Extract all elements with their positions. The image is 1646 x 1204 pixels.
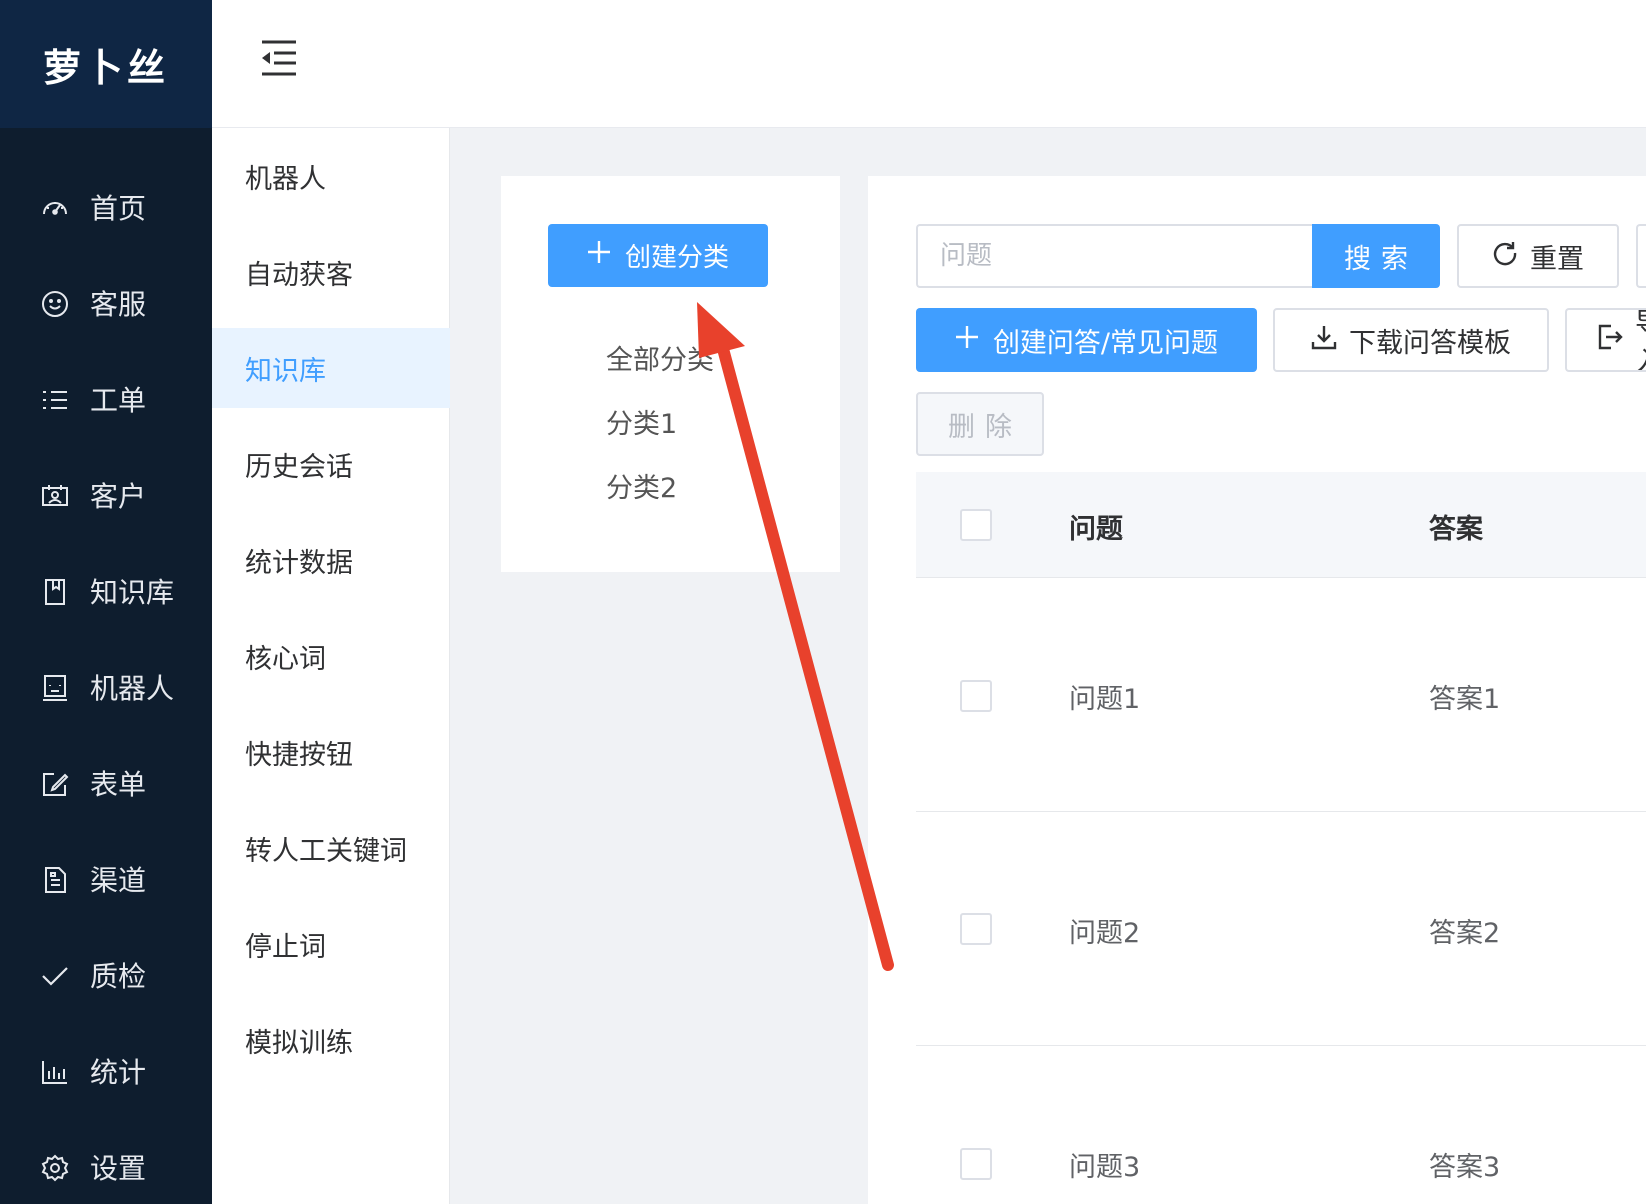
sidebar-item-robot[interactable]: 机器人 [0, 657, 212, 717]
row-checkbox[interactable] [960, 680, 992, 712]
reset-button-label: 重置 [1530, 243, 1584, 275]
column-header-question: 问题 [1069, 514, 1123, 545]
subnav-item-simulation[interactable]: 模拟训练 [212, 1000, 450, 1080]
robot-icon [40, 673, 70, 703]
sidebar-item-knowledge[interactable]: 知识库 [0, 561, 212, 621]
contact-card-icon [40, 481, 70, 511]
document-icon [40, 865, 70, 895]
sidebar-item-stats[interactable]: 统计 [0, 1041, 212, 1101]
subnav-item-label: 统计数据 [245, 547, 353, 579]
sidebar-item-label: 工单 [90, 384, 147, 417]
subnav-item-label: 转人工关键词 [245, 835, 407, 867]
search-button[interactable]: 搜索 [1312, 224, 1440, 288]
smile-icon [40, 289, 70, 319]
list-icon [40, 385, 70, 415]
row-checkbox[interactable] [960, 1148, 992, 1180]
row-divider [916, 811, 1646, 812]
sidebar-item-home[interactable]: 首页 [0, 177, 212, 237]
menu-collapse-icon[interactable] [258, 38, 300, 78]
category-item[interactable]: 分类2 [606, 466, 677, 505]
category-item[interactable]: 分类1 [606, 402, 677, 441]
subnav-item-label: 知识库 [245, 355, 326, 387]
dashboard-icon [40, 193, 70, 223]
import-button[interactable]: 导入 [1565, 308, 1646, 372]
subnav-item-label: 历史会话 [245, 451, 353, 483]
sidebar-item-label: 质检 [90, 960, 147, 993]
sidebar-item-label: 首页 [90, 192, 147, 225]
create-qa-button[interactable]: 创建问答/常见问题 [916, 308, 1257, 372]
subnav-item-statistics[interactable]: 统计数据 [212, 520, 450, 600]
create-qa-label: 创建问答/常见问题 [992, 327, 1219, 359]
sidebar-item-ticket[interactable]: 工单 [0, 369, 212, 429]
sidebar-item-channel[interactable]: 渠道 [0, 849, 212, 909]
cell-answer: 答案3 [1429, 1152, 1501, 1183]
subnav-item-quick-buttons[interactable]: 快捷按钮 [212, 712, 450, 792]
plus-icon [955, 325, 979, 356]
sidebar-item-label: 渠道 [90, 864, 147, 897]
subnav-item-robot[interactable]: 机器人 [212, 136, 450, 216]
plus-icon [587, 240, 611, 271]
row-divider [916, 1045, 1646, 1046]
check-icon [40, 961, 70, 991]
subnav-item-transfer-keywords[interactable]: 转人工关键词 [212, 808, 450, 888]
cell-question: 问题3 [1069, 1152, 1141, 1183]
sidebar-item-label: 客户 [90, 480, 147, 513]
subnav-item-auto-acquire[interactable]: 自动获客 [212, 232, 450, 312]
top-header [212, 0, 1646, 128]
subnav-item-stop-words[interactable]: 停止词 [212, 904, 450, 984]
cell-answer: 答案2 [1429, 918, 1501, 949]
import-icon [1597, 324, 1623, 357]
sidebar-item-label: 统计 [90, 1056, 147, 1089]
download-template-label: 下载问答模板 [1349, 327, 1511, 359]
column-header-answer: 答案 [1429, 514, 1483, 545]
gear-icon [40, 1153, 70, 1183]
subnav-item-label: 核心词 [245, 643, 326, 675]
subnav-item-label: 停止词 [245, 931, 326, 963]
sidebar-item-label: 机器人 [90, 672, 175, 705]
subnav-item-history[interactable]: 历史会话 [212, 424, 450, 504]
sidebar-item-label: 知识库 [90, 576, 175, 609]
reset-button[interactable]: 重置 [1457, 224, 1619, 288]
sidebar-item-settings[interactable]: 设置 [0, 1137, 212, 1197]
sidebar-item-label: 客服 [90, 288, 147, 321]
create-category-button[interactable]: 创建分类 [548, 224, 768, 287]
sidebar-item-quality[interactable]: 质检 [0, 945, 212, 1005]
import-label: 导入 [1635, 310, 1646, 370]
subnav-item-label: 自动获客 [245, 259, 353, 291]
cell-answer: 答案1 [1429, 684, 1501, 715]
cell-question: 问题2 [1069, 918, 1141, 949]
table-header [916, 472, 1646, 578]
download-icon [1311, 324, 1337, 357]
subnav-item-label: 机器人 [245, 163, 326, 195]
more-button-partial[interactable] [1636, 224, 1646, 288]
row-checkbox[interactable] [960, 913, 992, 945]
subnav-item-core-words[interactable]: 核心词 [212, 616, 450, 696]
cell-question: 问题1 [1069, 684, 1141, 715]
app-logo[interactable]: 萝卜丝 [0, 0, 212, 128]
subnav-item-label: 快捷按钮 [245, 739, 353, 771]
category-item-all[interactable]: 全部分类 [606, 338, 714, 377]
search-button-label: 搜索 [1344, 243, 1418, 275]
refresh-icon [1492, 240, 1518, 273]
edit-form-icon [40, 769, 70, 799]
logo-text: 萝卜丝 [42, 45, 169, 90]
subnav-item-knowledge[interactable]: 知识库 [212, 328, 450, 408]
delete-button[interactable]: 删除 [916, 392, 1044, 456]
sidebar-item-label: 表单 [90, 768, 147, 801]
subnav-item-label: 模拟训练 [245, 1027, 353, 1059]
delete-button-label: 删除 [948, 411, 1022, 443]
search-input[interactable] [916, 224, 1314, 288]
book-icon [40, 577, 70, 607]
create-category-label: 创建分类 [624, 243, 729, 273]
select-all-checkbox[interactable] [960, 509, 992, 541]
sidebar-item-label: 设置 [90, 1152, 147, 1185]
sidebar-item-service[interactable]: 客服 [0, 273, 212, 333]
sidebar-item-form[interactable]: 表单 [0, 753, 212, 813]
sidebar-item-customer[interactable]: 客户 [0, 465, 212, 525]
bar-chart-icon [40, 1057, 70, 1087]
download-template-button[interactable]: 下载问答模板 [1273, 308, 1549, 372]
